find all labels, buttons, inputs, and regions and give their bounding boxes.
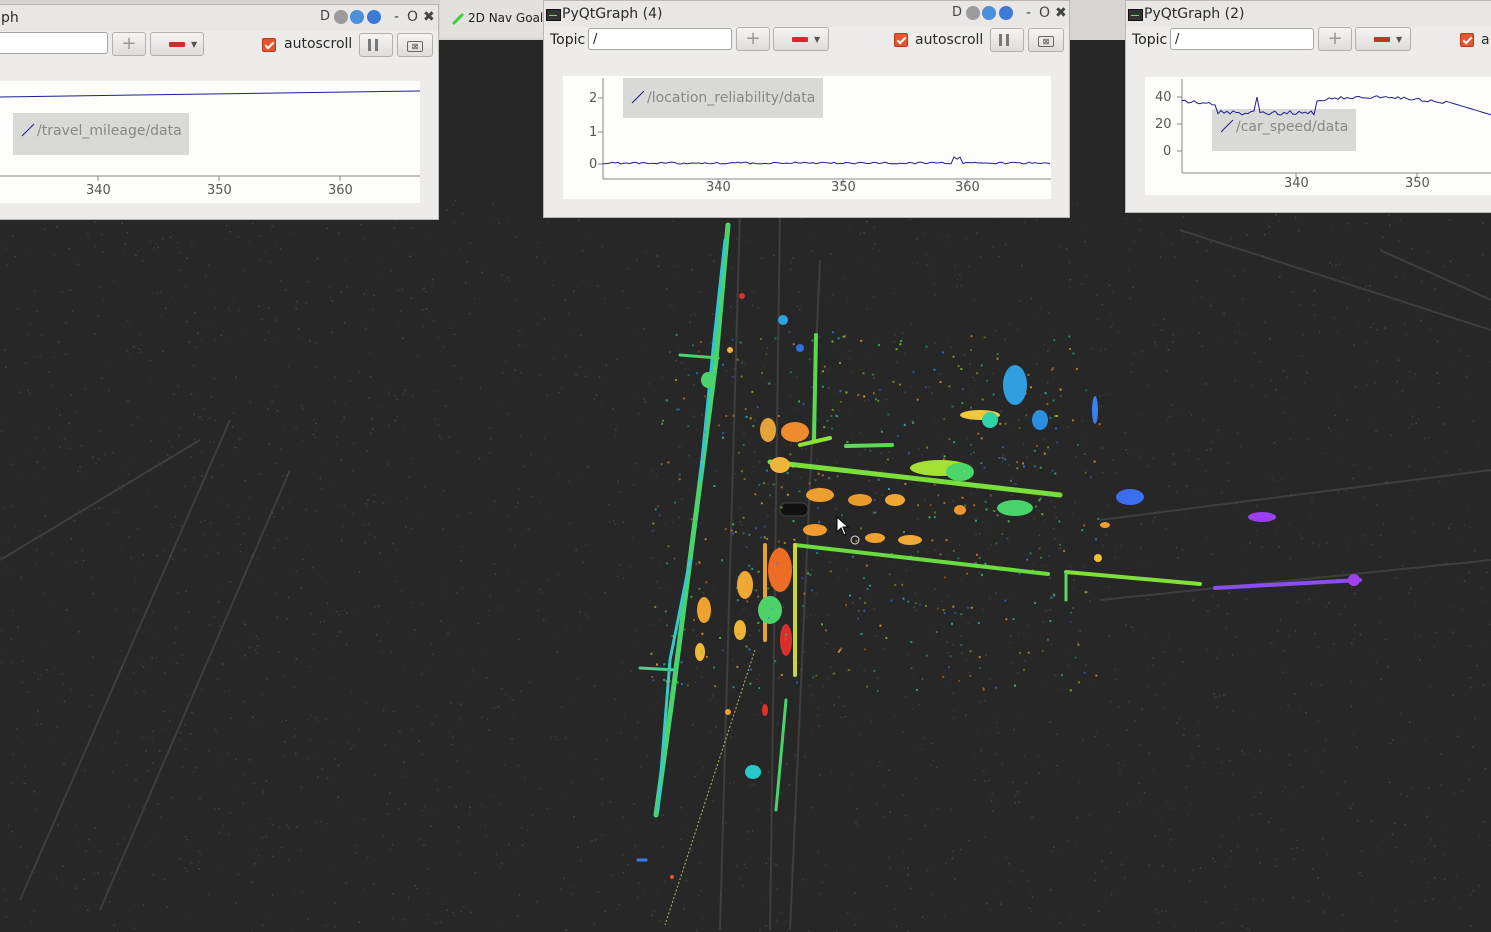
autoscroll-checkbox[interactable] (894, 33, 908, 47)
clear-button[interactable]: ⊠ (1028, 28, 1064, 52)
nav-goal-tool[interactable]: 2D Nav Goal (440, 0, 545, 38)
close-button[interactable]: ✖ (1055, 5, 1067, 21)
topic-label: Topic (550, 32, 586, 48)
remove-topic-dropdown[interactable]: ▼ (773, 27, 829, 51)
x-tick: 340 (86, 183, 111, 198)
x-tick: 350 (1405, 176, 1430, 191)
y-tick: 2 (589, 91, 598, 106)
series-line (1181, 95, 1491, 116)
legend-line-icon (21, 123, 35, 137)
reload-icon[interactable] (982, 6, 996, 20)
legend-label: /location_reliability/data (647, 90, 816, 106)
y-tick: 0 (589, 157, 598, 172)
x-tick: 360 (328, 183, 353, 198)
remove-topic-dropdown[interactable]: ▼ (1355, 27, 1411, 51)
y-tick: 40 (1155, 90, 1172, 105)
gear-icon[interactable] (334, 10, 348, 24)
y-tick: 1 (589, 125, 598, 140)
help-icon[interactable] (999, 6, 1013, 20)
legend-label: /travel_mileage/data (37, 123, 182, 139)
y-tick: 20 (1155, 117, 1172, 132)
speed-series (1181, 95, 1491, 116)
autoscroll-checkbox[interactable] (262, 38, 276, 52)
minimize-button[interactable]: - (1026, 5, 1031, 21)
clear-button[interactable]: ⊠ (397, 33, 433, 57)
restore-button[interactable]: O (1039, 5, 1050, 21)
restore-button[interactable]: O (407, 9, 418, 25)
help-icon[interactable] (367, 10, 381, 24)
autoscroll-label: a (1481, 32, 1490, 48)
plot-window-pyqtgraph-4[interactable]: PyQtGraph (4) D - O ✖ Topic + ▼ autoscro… (543, 0, 1070, 218)
plot-area[interactable]: /travel_mileage/data 340 350 360 (0, 81, 421, 203)
autoscroll-checkbox[interactable] (1460, 33, 1474, 47)
autoscroll-label: autoscroll (915, 32, 984, 48)
x-tick: 360 (955, 180, 980, 195)
plot-window-pyqtgraph-2[interactable]: PyQtGraph (2) Topic + ▼ a /car_speed/dat… (1125, 0, 1491, 213)
plot-window-1[interactable]: ph D - O ✖ + ▼ autoscroll ⊠ /travel_mile… (0, 4, 439, 220)
x-tick: 350 (831, 180, 856, 195)
window-title: PyQtGraph (4) (562, 6, 663, 22)
dock-icon[interactable]: D (952, 5, 962, 20)
app-icon (1128, 9, 1143, 21)
remove-topic-dropdown[interactable]: ▼ (150, 32, 204, 56)
pause-button[interactable] (990, 28, 1024, 52)
topic-input[interactable] (1170, 28, 1314, 50)
plot-area[interactable]: /location_reliability/data 2 1 0 340 350… (563, 76, 1051, 199)
plot-legend[interactable]: /travel_mileage/data (13, 113, 189, 155)
arrow-icon (451, 12, 465, 26)
add-topic-button[interactable]: + (1318, 27, 1352, 51)
app-icon (546, 9, 561, 21)
x-tick: 340 (706, 180, 731, 195)
series-line (0, 90, 421, 98)
topic-input[interactable] (588, 28, 732, 50)
x-tick: 350 (207, 183, 232, 198)
gear-icon[interactable] (966, 6, 980, 20)
series-line (602, 156, 1051, 165)
legend-line-icon (631, 90, 645, 104)
window-title: ph (1, 10, 19, 26)
plot-legend[interactable]: /location_reliability/data (623, 78, 823, 118)
mouse-cursor-icon (836, 516, 850, 536)
y-tick: 0 (1163, 144, 1172, 159)
pause-button[interactable] (359, 33, 393, 57)
topic-input[interactable] (0, 32, 108, 54)
window-title: PyQtGraph (2) (1144, 6, 1245, 22)
minimize-button[interactable]: - (394, 9, 399, 25)
close-button[interactable]: ✖ (423, 9, 435, 25)
dock-icon[interactable]: D (320, 9, 330, 24)
reload-icon[interactable] (350, 10, 364, 24)
autoscroll-label: autoscroll (284, 36, 353, 52)
x-tick: 340 (1284, 176, 1309, 191)
plot-area[interactable]: /car_speed/data 40 20 0 340 350 (1145, 77, 1491, 195)
nav-goal-label: 2D Nav Goal (468, 11, 544, 25)
add-topic-button[interactable]: + (112, 32, 146, 56)
topic-label: Topic (1132, 32, 1168, 48)
add-topic-button[interactable]: + (736, 27, 770, 51)
